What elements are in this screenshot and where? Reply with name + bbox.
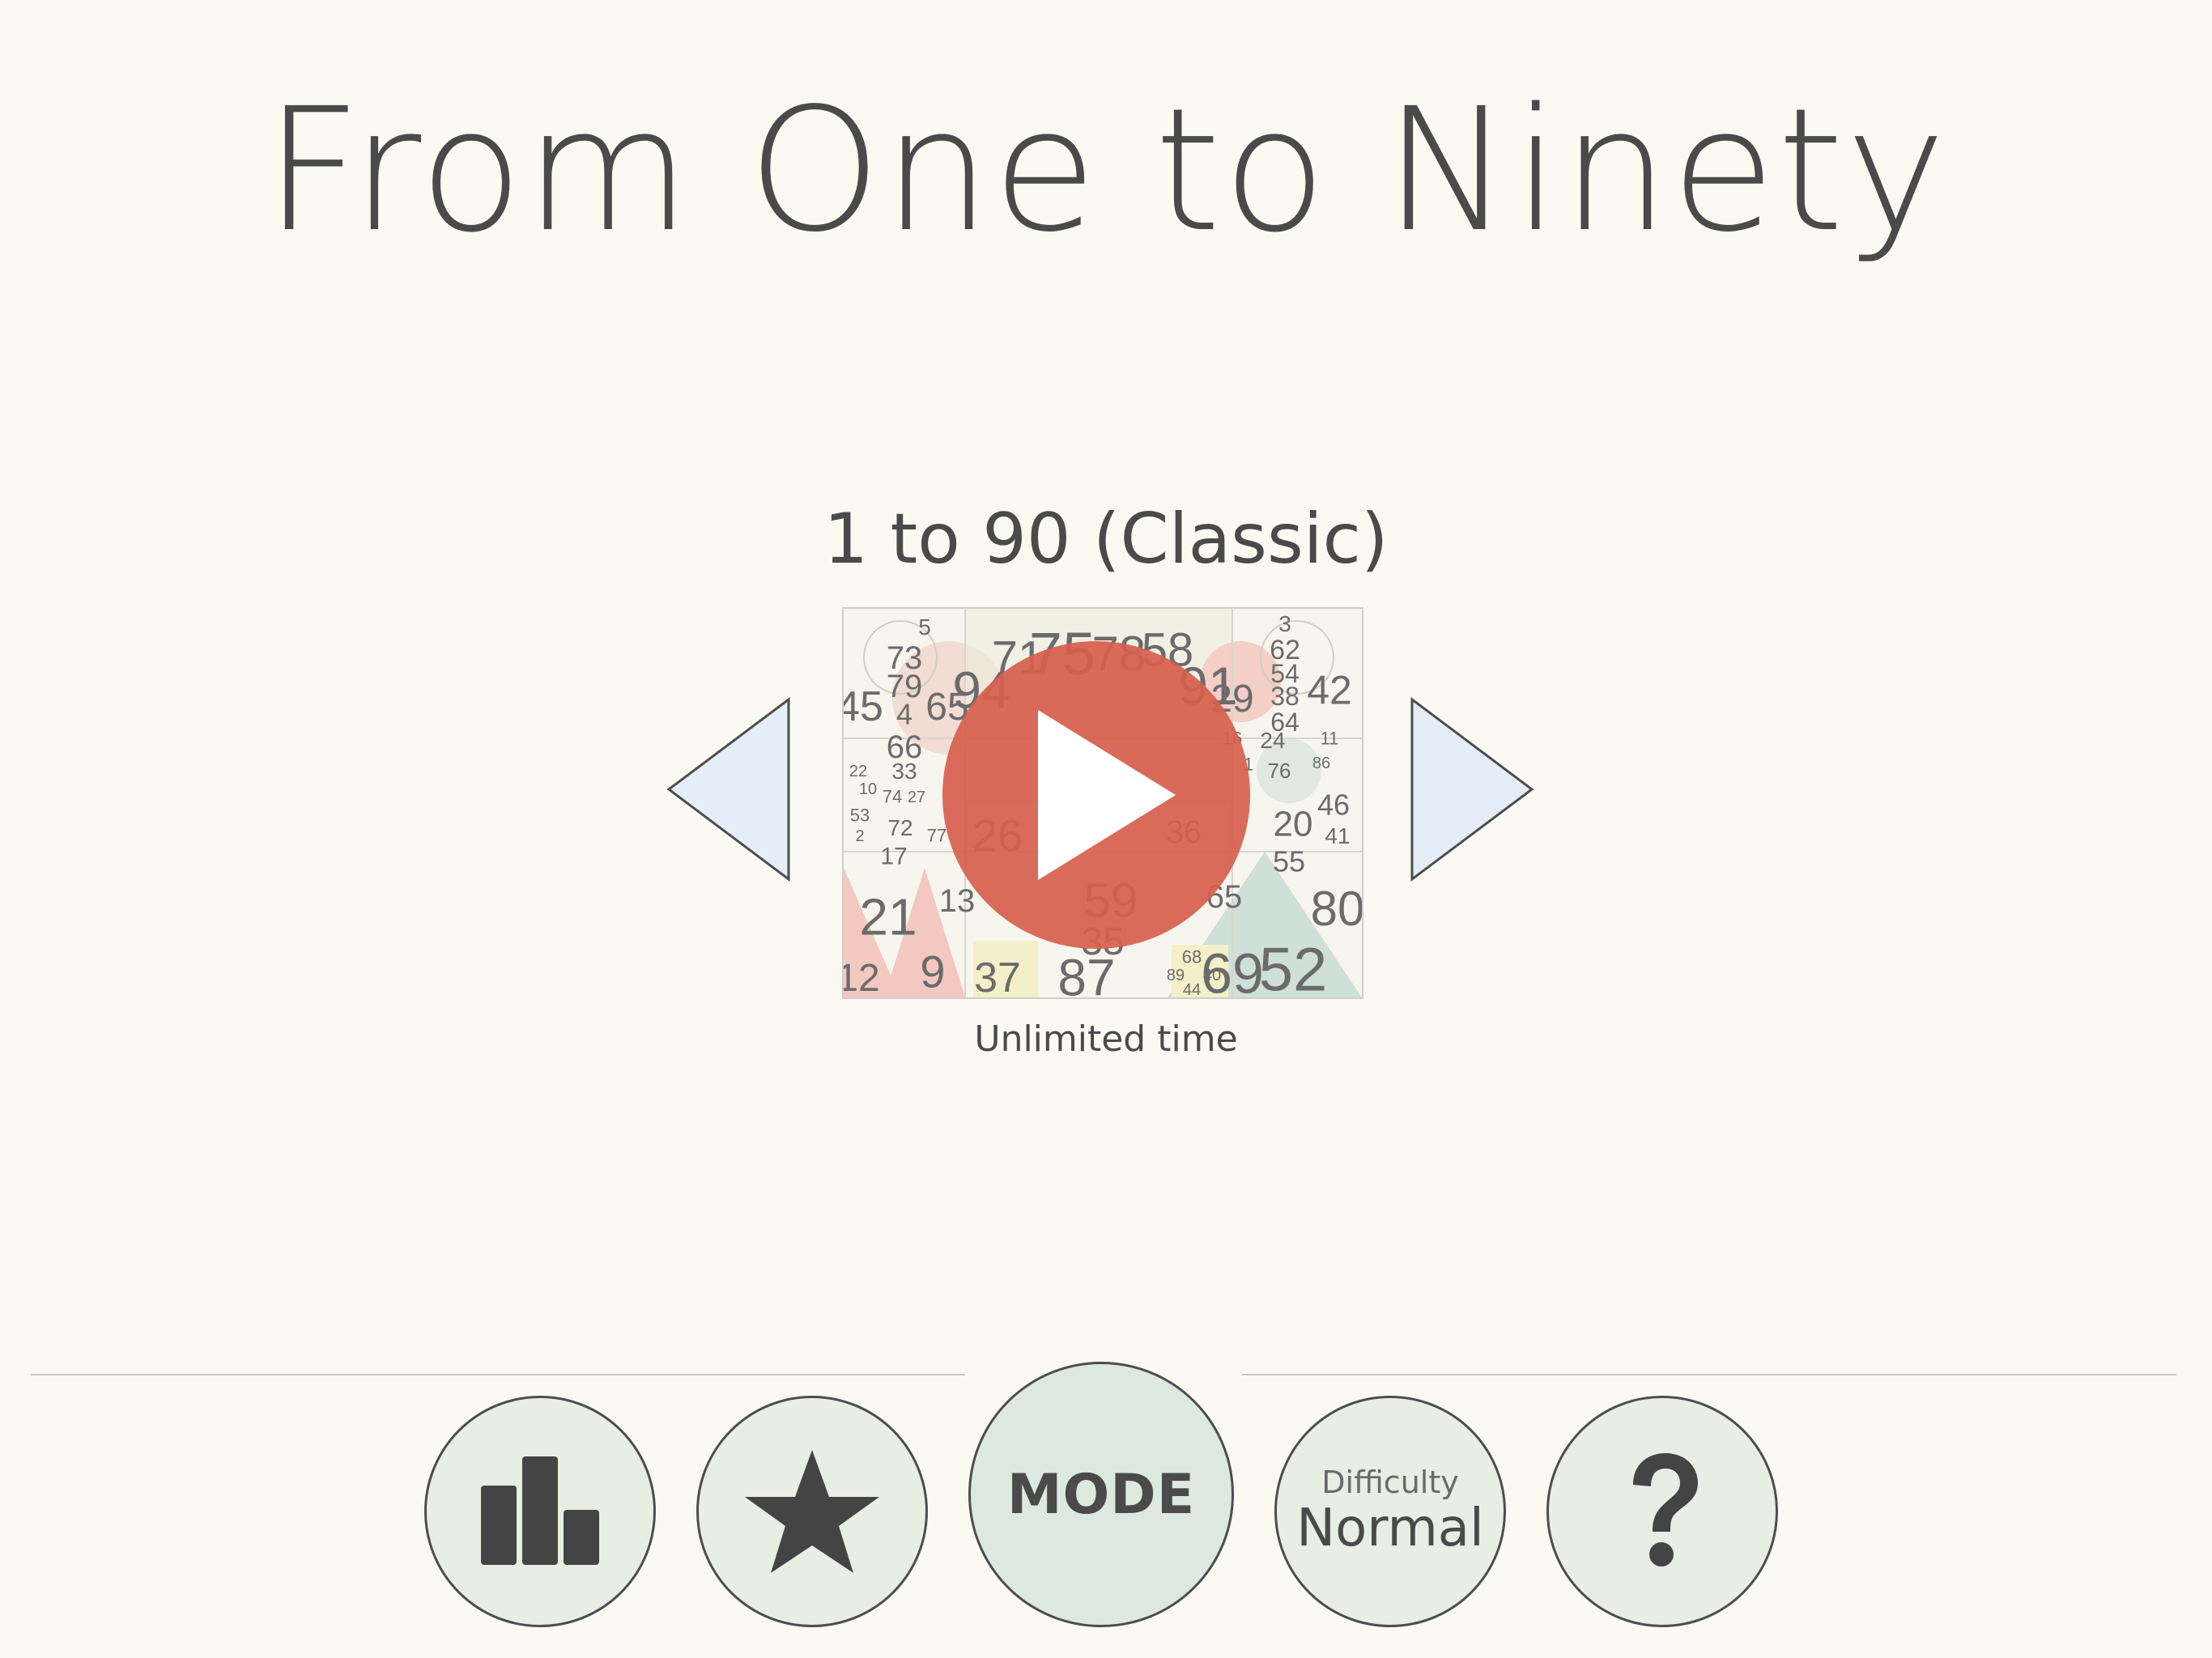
bar-chart-icon — [481, 1456, 599, 1565]
mode-button[interactable]: MODE — [968, 1362, 1234, 1627]
preview-number: 45 — [844, 683, 883, 730]
preview-number: 5 — [918, 614, 931, 640]
stats-button[interactable] — [424, 1396, 656, 1627]
preview-number: 12 — [844, 957, 880, 997]
preview-number: 44 — [1183, 981, 1201, 997]
preview-number: 24 — [1260, 728, 1285, 753]
preview-number: 3 — [1278, 611, 1291, 636]
toolbar-divider-left — [31, 1374, 965, 1375]
preview-number: 69 — [1201, 942, 1264, 998]
star-icon — [745, 1450, 879, 1573]
favorites-button[interactable] — [696, 1396, 928, 1627]
preview-number: 76 — [1268, 759, 1291, 783]
mode-name: 1 to 90 (Classic) — [823, 499, 1389, 580]
mode-button-label: MODE — [1006, 1462, 1196, 1527]
question-mark-icon — [1633, 1453, 1698, 1567]
preview-number: 21 — [859, 887, 917, 946]
help-button[interactable] — [1546, 1396, 1778, 1627]
preview-number: 55 — [1273, 845, 1305, 878]
preview-number: 38 — [1270, 682, 1300, 711]
preview-number: 13 — [939, 883, 976, 919]
mode-preview[interactable]: 5737946645659471757858913625438642942162… — [842, 607, 1363, 999]
preview-number: 27 — [908, 789, 925, 806]
preview-number: 33 — [891, 759, 917, 784]
preview-number: 10 — [859, 780, 877, 798]
preview-number: 68 — [1182, 947, 1202, 967]
preview-number: 37 — [974, 954, 1021, 997]
preview-number: 20 — [1274, 804, 1313, 844]
preview-number: 17 — [880, 844, 907, 870]
preview-number: 52 — [1259, 936, 1328, 997]
preview-number: 11 — [1321, 729, 1339, 749]
triangle-right-icon[interactable] — [1409, 696, 1538, 882]
preview-number: 74 — [883, 787, 902, 807]
play-icon — [942, 641, 1250, 949]
difficulty-caption: Difficulty — [1321, 1464, 1459, 1500]
preview-number: 2 — [855, 827, 864, 845]
preview-number: 42 — [1307, 668, 1352, 713]
preview-number: 9 — [920, 946, 945, 997]
preview-number: 41 — [1325, 823, 1350, 848]
preview-number: 4 — [896, 698, 912, 731]
preview-number: 22 — [849, 763, 867, 780]
preview-number: 86 — [1312, 755, 1330, 772]
app-title: From One to Ninety — [264, 71, 1948, 270]
time-limit-label: Unlimited time — [974, 1018, 1238, 1060]
toolbar-divider-right — [1242, 1374, 2176, 1375]
triangle-left-icon[interactable] — [666, 696, 795, 882]
preview-number: 46 — [1317, 789, 1350, 822]
preview-number: 77 — [927, 826, 946, 846]
difficulty-button[interactable]: Difficulty Normal — [1274, 1396, 1506, 1627]
puzzle-preview-image: 5737946645659471757858913625438642942162… — [844, 609, 1362, 997]
preview-number: 80 — [1311, 882, 1362, 936]
preview-number: 53 — [850, 806, 870, 826]
difficulty-value: Normal — [1296, 1498, 1484, 1558]
preview-number: 72 — [887, 815, 912, 840]
preview-number: 89 — [1167, 967, 1185, 984]
